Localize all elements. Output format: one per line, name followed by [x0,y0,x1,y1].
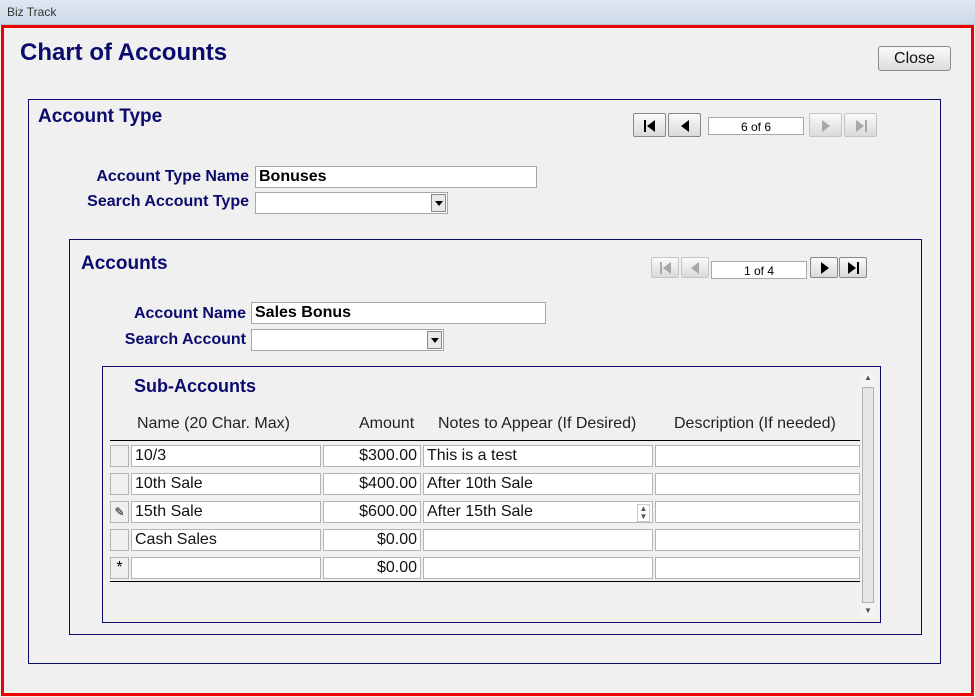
account-type-section: Account Type 6 of 6 Account Type Name Bo… [28,99,941,664]
header-divider [110,440,860,441]
row-notes-cell[interactable] [423,557,653,579]
row-amount-cell[interactable]: $600.00 [323,501,421,523]
first-record-icon [644,120,646,132]
row-description-cell[interactable] [655,529,860,551]
last-record-icon [848,262,856,274]
row-notes-text: After 15th Sale [427,503,533,520]
accounts-next-record-button[interactable] [810,257,838,278]
account-name-input[interactable]: Sales Bonus [251,302,546,324]
row-name-cell[interactable]: 10/3 [131,445,321,467]
close-button[interactable]: Close [878,46,951,71]
column-header-amount: Amount [359,415,415,432]
search-account-combo[interactable] [251,329,444,351]
scroll-down-icon[interactable]: ▼ [862,606,874,618]
row-selector[interactable] [110,445,129,467]
search-account-type-label: Search Account Type [87,193,249,210]
account-type-name-input[interactable]: Bonuses [255,166,537,188]
accounts-title: Accounts [81,253,168,274]
scrollbar-thumb[interactable] [862,387,874,603]
row-amount-cell[interactable]: $300.00 [323,445,421,467]
previous-record-icon [691,262,699,274]
pencil-icon[interactable]: ✎ [110,501,129,523]
row-description-cell[interactable] [655,557,860,579]
notes-scroll-icon[interactable]: ▲ ▼ [637,504,650,522]
form-frame: Chart of Accounts Close Account Type 6 o… [1,25,974,696]
first-record-button[interactable] [633,113,666,137]
next-record-icon [821,262,829,274]
new-record-icon[interactable]: * [110,557,129,579]
row-description-cell[interactable] [655,445,860,467]
chevron-down-icon[interactable] [427,331,442,349]
account-type-record-counter[interactable]: 6 of 6 [708,117,804,135]
account-name-label: Account Name [133,305,246,322]
account-type-name-label: Account Type Name [96,168,249,185]
window-titlebar: Biz Track [0,0,975,25]
row-notes-cell[interactable]: This is a test [423,445,653,467]
previous-record-button[interactable] [668,113,701,137]
row-description-cell[interactable] [655,473,860,495]
row-amount-cell[interactable]: $0.00 [323,529,421,551]
row-description-cell[interactable] [655,501,860,523]
next-record-icon [822,120,830,132]
sub-accounts-title: Sub-Accounts [134,376,257,396]
row-name-cell[interactable] [131,557,321,579]
row-selector[interactable] [110,473,129,495]
last-record-button[interactable] [844,113,877,137]
account-type-title: Account Type [38,106,163,127]
search-account-label: Search Account [124,331,246,348]
accounts-record-counter[interactable]: 1 of 4 [711,261,807,279]
last-record-icon [856,120,864,132]
accounts-section: Accounts 1 of 4 Account Name Sales Bonus… [69,239,922,635]
row-selector[interactable] [110,529,129,551]
chevron-down-icon[interactable] [431,194,446,212]
sub-accounts-subform: Sub-Accounts Name (20 Char. Max) Amount … [102,366,881,623]
column-header-description: Description (If needed) [674,415,836,432]
scroll-up-icon[interactable]: ▲ [862,373,874,385]
first-record-icon [660,262,662,274]
search-account-type-combo[interactable] [255,192,448,214]
row-amount-cell[interactable]: $0.00 [323,557,421,579]
row-notes-cell[interactable]: After 10th Sale [423,473,653,495]
row-notes-cell[interactable]: After 15th Sale ▲ ▼ [423,501,653,523]
row-name-cell[interactable]: 15th Sale [131,501,321,523]
rows-bottom-divider [110,581,860,582]
column-header-notes: Notes to Appear (If Desired) [438,415,637,432]
accounts-previous-record-button[interactable] [681,257,709,278]
form-title: Chart of Accounts [20,39,228,66]
window-title: Biz Track [7,5,57,19]
vertical-scrollbar[interactable]: ▲ ▼ [861,373,875,618]
row-name-cell[interactable]: 10th Sale [131,473,321,495]
accounts-last-record-button[interactable] [839,257,867,278]
row-name-cell[interactable]: Cash Sales [131,529,321,551]
row-amount-cell[interactable]: $400.00 [323,473,421,495]
previous-record-icon [681,120,689,132]
column-header-name: Name (20 Char. Max) [137,415,290,432]
next-record-button[interactable] [809,113,842,137]
row-notes-cell[interactable] [423,529,653,551]
accounts-first-record-button[interactable] [651,257,679,278]
